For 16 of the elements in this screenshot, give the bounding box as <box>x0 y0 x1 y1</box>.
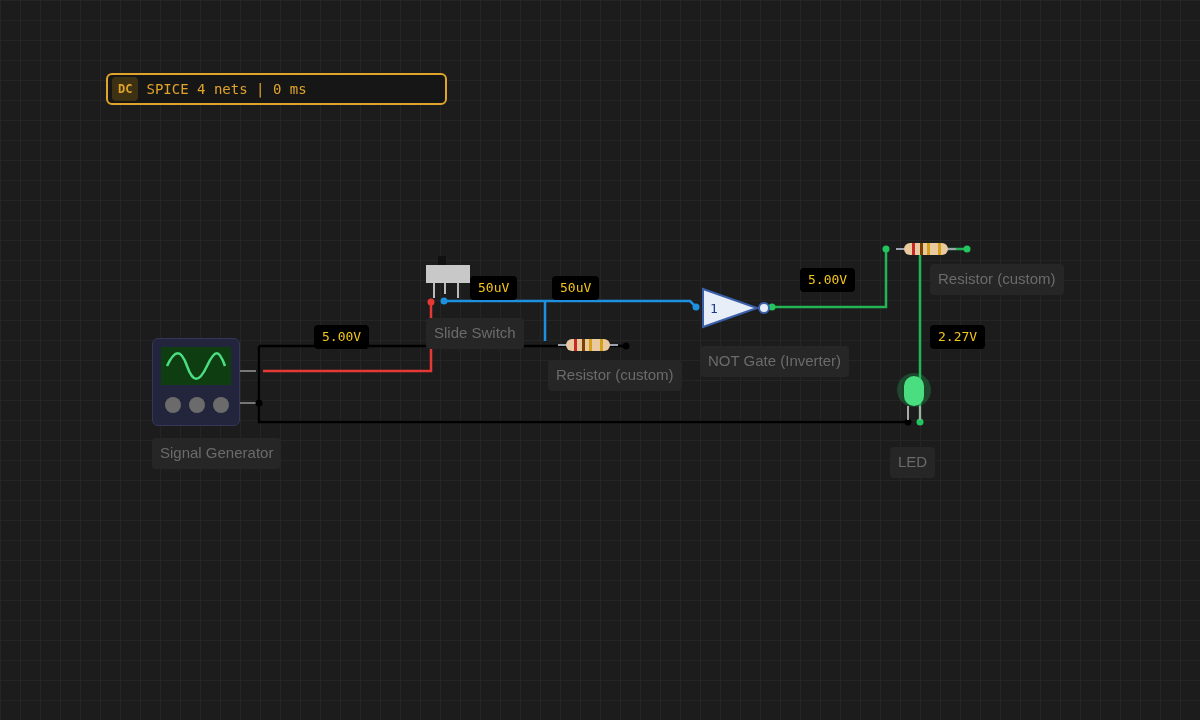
voltage-reading: 50uV <box>552 276 600 300</box>
component-label: NOT Gate (Inverter) <box>700 346 850 377</box>
mode-badge: DC <box>112 77 139 101</box>
component-label: Resistor (custom) <box>548 360 682 391</box>
resistor-icon <box>896 241 956 257</box>
voltage-reading: 2.27V <box>930 325 986 349</box>
component-label: Signal Generator <box>152 438 282 469</box>
slide-switch-icon <box>426 256 470 300</box>
status-text: SPICE 4 nets | 0 ms <box>146 80 307 99</box>
resistor-icon <box>558 337 618 353</box>
voltage-reading: 5.00V <box>314 325 370 349</box>
component-label: Resistor (custom) <box>930 264 1064 295</box>
component-label: LED <box>890 447 936 478</box>
voltage-reading: 50uV <box>470 276 518 300</box>
voltage-reading: 5.00V <box>800 268 856 292</box>
component-label: Slide Switch <box>426 318 524 349</box>
